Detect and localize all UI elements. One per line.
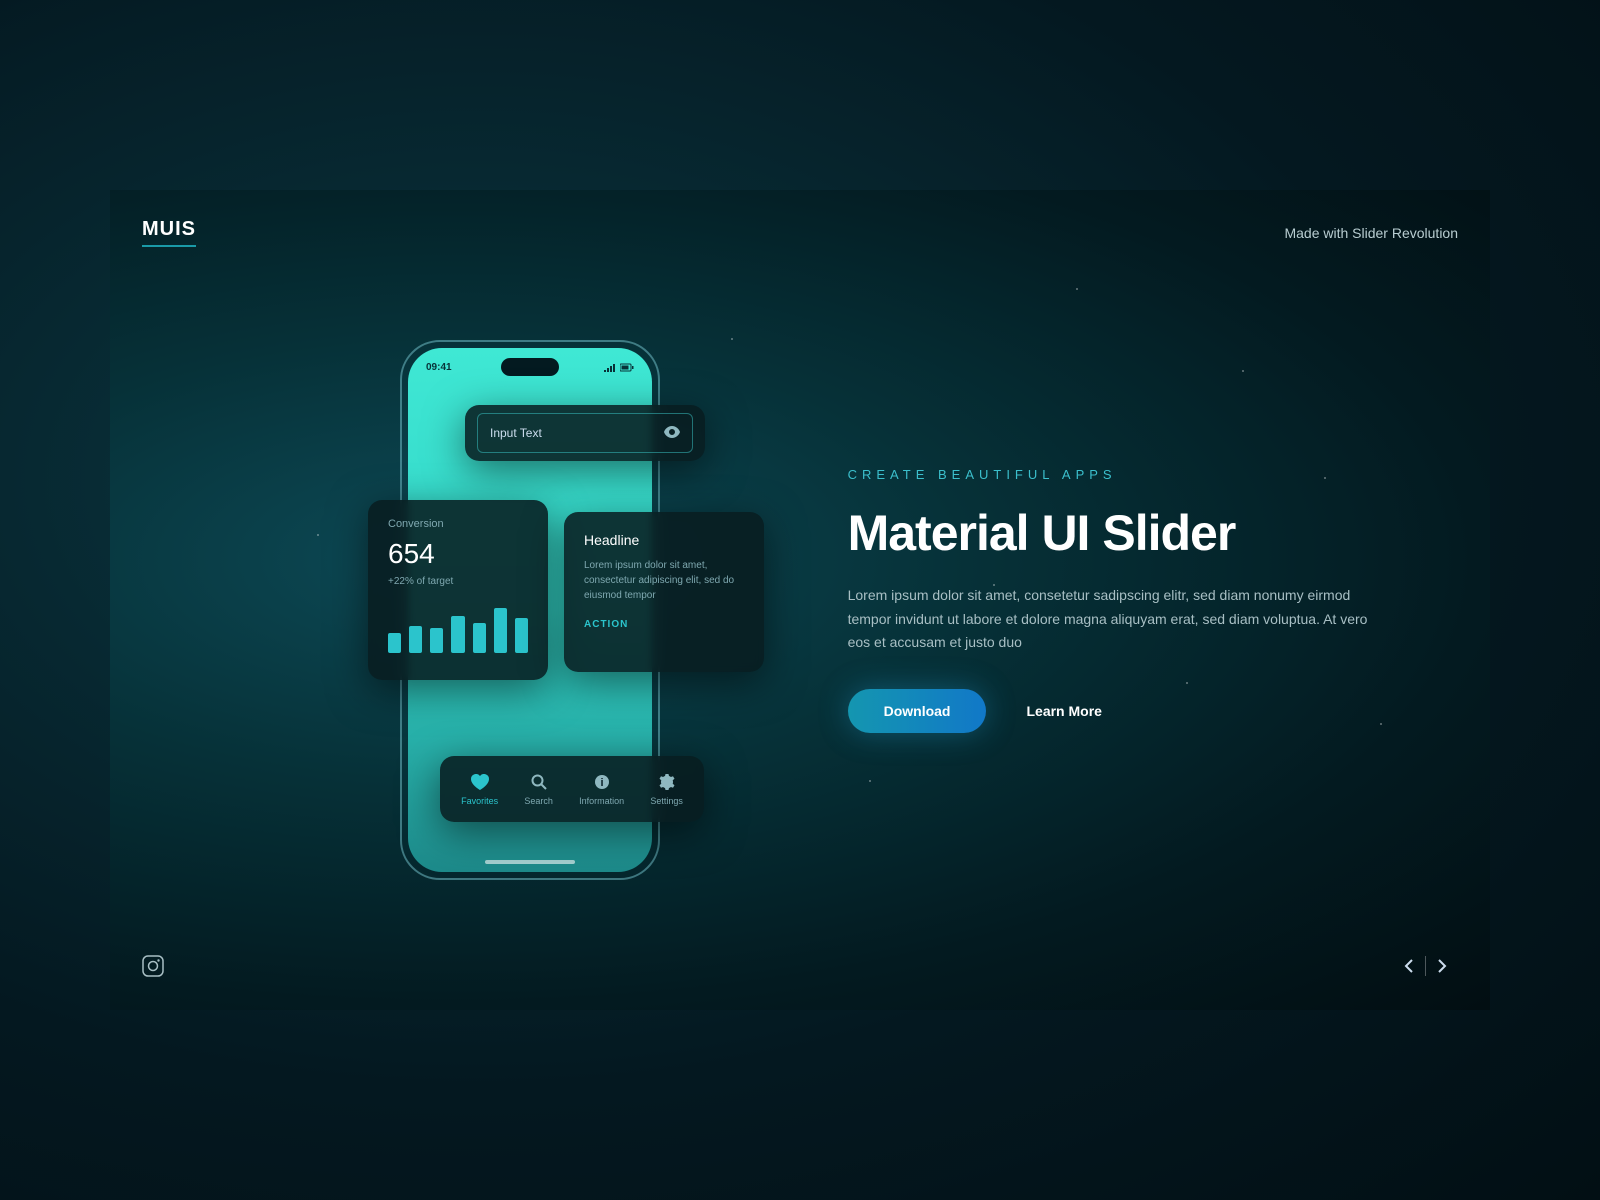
- slider-next[interactable]: [1426, 950, 1458, 982]
- eye-icon[interactable]: [664, 426, 680, 441]
- nav-label: Favorites: [461, 796, 498, 806]
- nav-information[interactable]: i Information: [579, 773, 624, 806]
- info-icon: i: [593, 773, 611, 791]
- nav-search[interactable]: Search: [524, 773, 553, 806]
- nav-settings[interactable]: Settings: [650, 773, 683, 806]
- card-body: Lorem ipsum dolor sit amet, consectetur …: [584, 558, 744, 603]
- search-icon: [530, 773, 548, 791]
- stat-bars: [388, 603, 528, 653]
- learn-more-button[interactable]: Learn More: [1026, 703, 1101, 719]
- home-indicator: [485, 860, 575, 864]
- input-card: Input Text: [465, 405, 705, 461]
- input-text-field[interactable]: Input Text: [477, 413, 693, 453]
- phone-status-icons: [604, 362, 634, 373]
- hero-body: Lorem ipsum dolor sit amet, consetetur s…: [848, 584, 1388, 655]
- input-placeholder: Input Text: [490, 426, 542, 440]
- hero-eyebrow: CREATE BEAUTIFUL APPS: [848, 467, 1410, 482]
- slider-nav: [1393, 950, 1458, 982]
- nav-label: Settings: [650, 796, 683, 806]
- stat-card: Conversion 654 +22% of target: [368, 500, 548, 680]
- stat-sub: +22% of target: [388, 576, 528, 587]
- bottom-nav: Favorites Search i Information: [440, 756, 704, 822]
- hero-headline: Material UI Slider: [848, 504, 1410, 562]
- stat-label: Conversion: [388, 518, 528, 530]
- slider-prev[interactable]: [1393, 950, 1425, 982]
- nav-favorites[interactable]: Favorites: [461, 773, 498, 806]
- headline-card: Headline Lorem ipsum dolor sit amet, con…: [564, 512, 764, 672]
- card-headline: Headline: [584, 532, 744, 548]
- download-button[interactable]: Download: [848, 689, 987, 733]
- nav-label: Information: [579, 796, 624, 806]
- svg-text:i: i: [600, 777, 603, 789]
- instagram-icon[interactable]: [142, 955, 164, 977]
- heart-icon: [471, 773, 489, 791]
- stat-value: 654: [388, 538, 528, 570]
- nav-label: Search: [524, 796, 553, 806]
- phone-time: 09:41: [426, 362, 452, 373]
- card-action[interactable]: ACTION: [584, 619, 744, 630]
- gear-icon: [658, 773, 676, 791]
- hero-slider: MUIS Made with Slider Revolution 09:41: [110, 190, 1490, 1010]
